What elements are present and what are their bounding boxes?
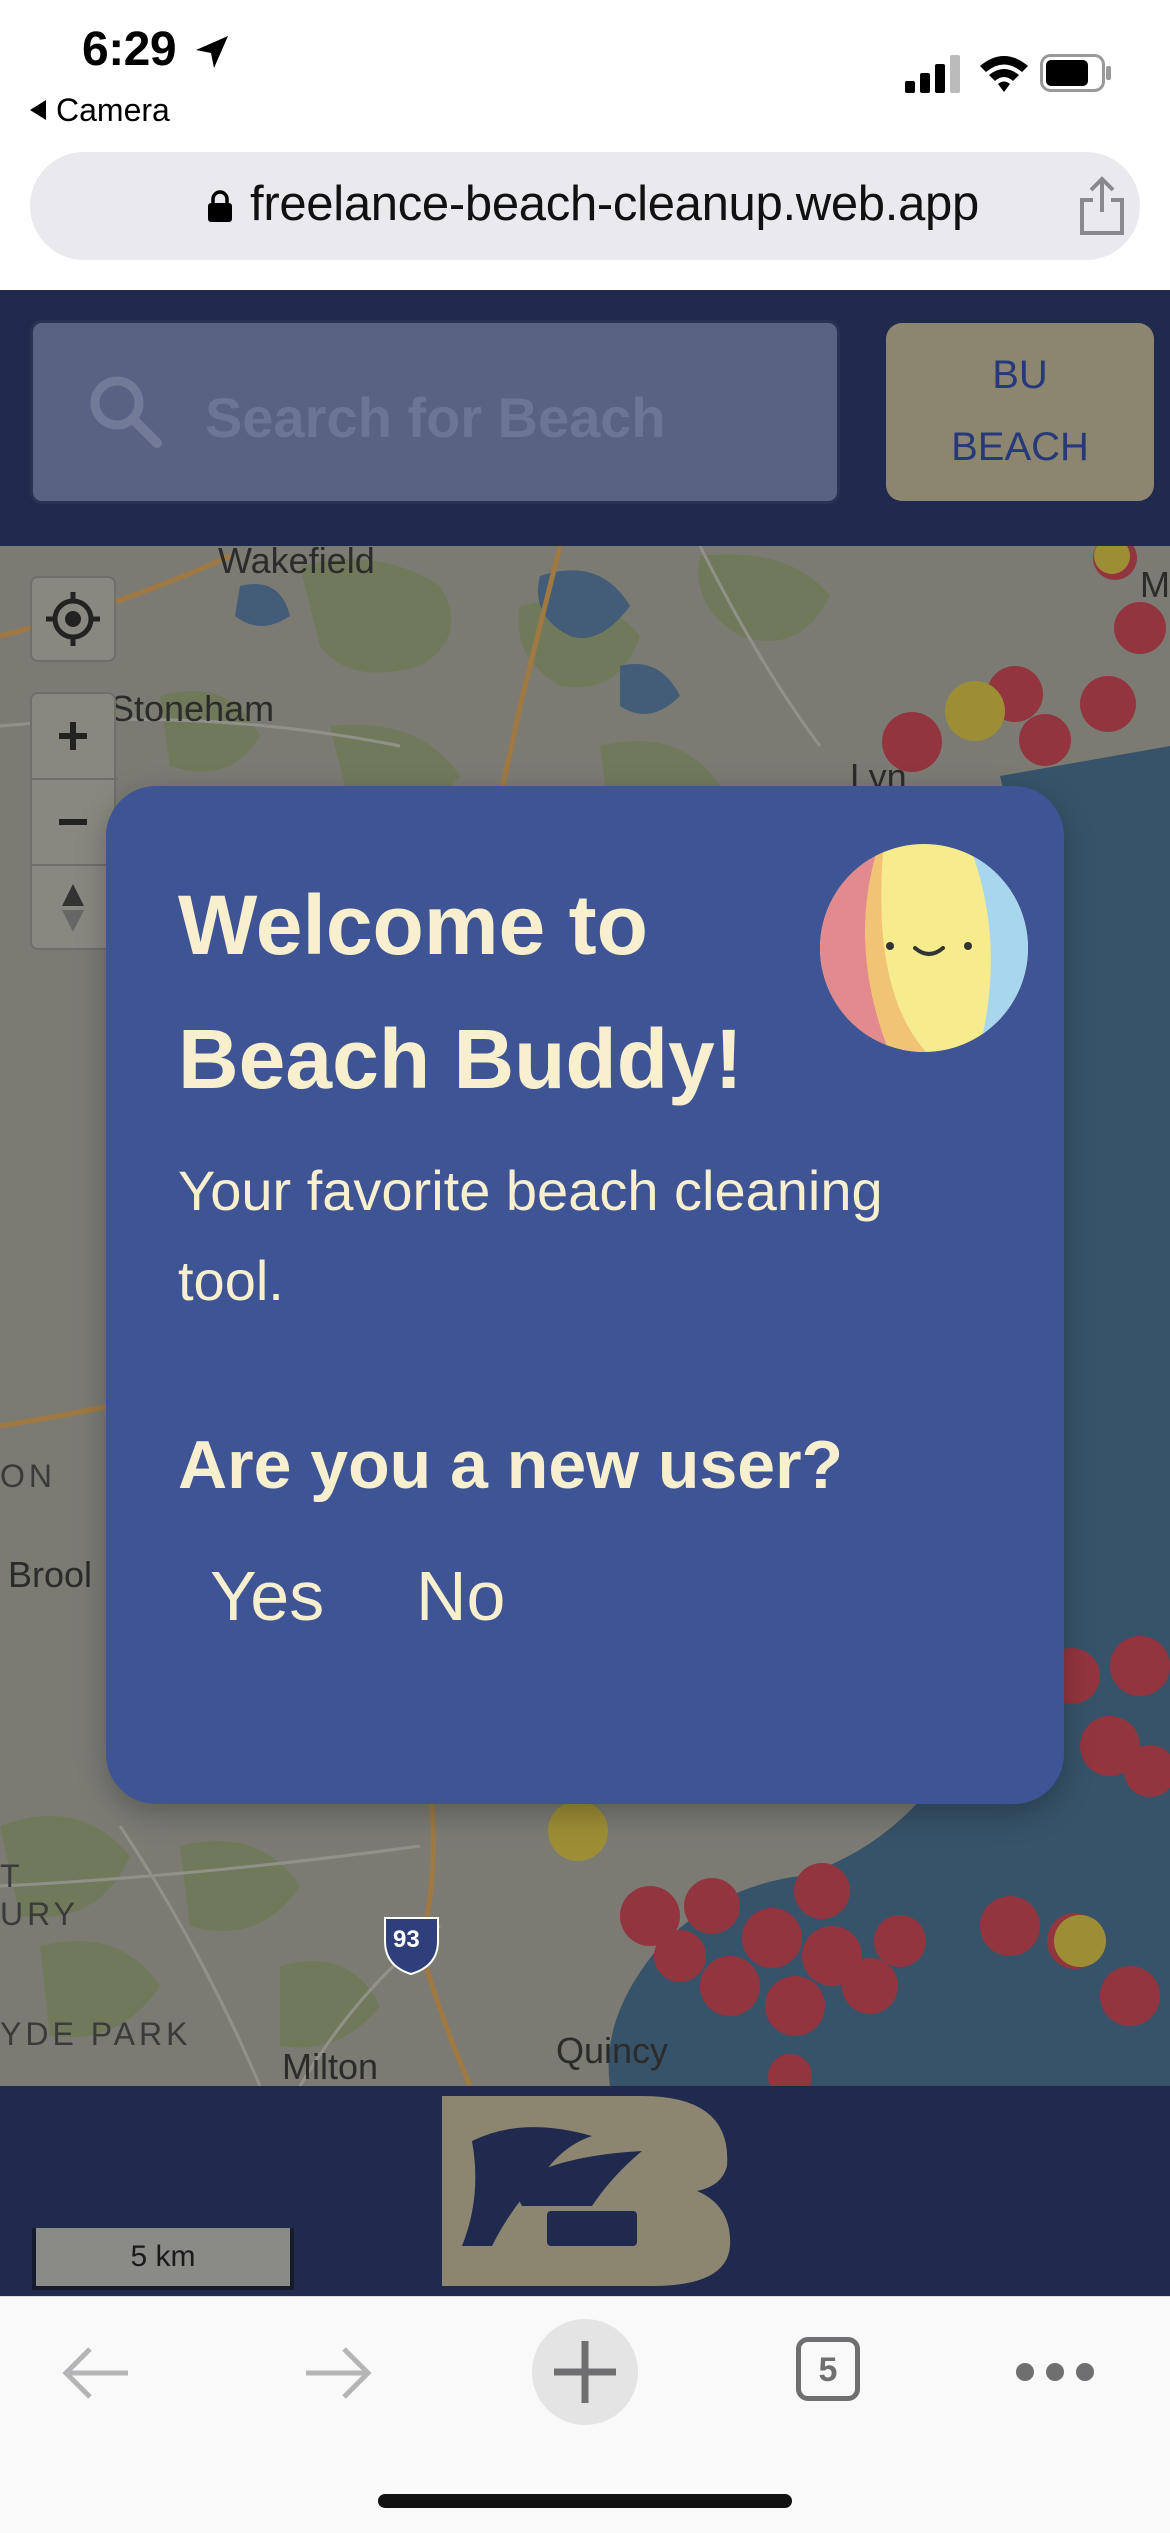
new-tab-button[interactable] xyxy=(532,2319,638,2425)
location-arrow-icon xyxy=(196,36,228,68)
map-label-on: ON xyxy=(0,1458,56,1494)
zoom-control xyxy=(30,692,118,950)
status-bar: 6:29 Camera xyxy=(0,0,1170,145)
no-button[interactable]: No xyxy=(416,1556,505,1636)
search-placeholder: Search for Beach xyxy=(205,386,666,449)
bu-button-line2: BEACH xyxy=(951,425,1089,469)
back-app-label: Camera xyxy=(56,92,170,128)
bu-terriers-logo xyxy=(442,2096,731,2286)
address-bar[interactable]: freelance-beach-cleanup.web.app xyxy=(30,152,1140,260)
battery-icon xyxy=(1040,54,1111,92)
map-label-quincy: Quincy xyxy=(556,2030,669,2071)
search-icon xyxy=(90,376,162,448)
locate-me-button[interactable] xyxy=(30,576,116,662)
crosshair-icon xyxy=(46,592,100,646)
app-header: Search for Beach BU BEACH xyxy=(0,290,1170,546)
share-icon[interactable] xyxy=(1076,176,1128,236)
map-label-m: M xyxy=(1140,564,1170,605)
app-footer: 5 km xyxy=(0,2086,1170,2296)
back-arrow-icon[interactable] xyxy=(56,2333,136,2413)
home-indicator xyxy=(378,2494,792,2508)
map-label-hyde-park: YDE PARK xyxy=(0,2016,192,2052)
yes-button[interactable]: Yes xyxy=(210,1556,324,1636)
forward-arrow-icon[interactable] xyxy=(298,2333,378,2413)
modal-title: Welcome to Beach Buddy! xyxy=(178,878,743,1106)
welcome-modal: Welcome to Beach Buddy! Your favorite be… xyxy=(106,786,1064,1804)
map-label-t: T xyxy=(0,1858,24,1894)
url-text: freelance-beach-cleanup.web.app xyxy=(250,177,979,231)
map-label-wakefield: Wakefield xyxy=(218,546,375,581)
highway-93-label: 93 xyxy=(393,1926,420,1953)
plus-icon xyxy=(554,2341,616,2403)
back-to-app-link[interactable]: Camera xyxy=(30,92,170,129)
beach-ball-icon xyxy=(820,844,1028,1052)
more-menu-icon[interactable] xyxy=(1010,2357,1100,2387)
cellular-signal-icon xyxy=(905,55,960,93)
status-time: 6:29 xyxy=(82,23,177,76)
bu-button-line1: BU xyxy=(992,353,1048,397)
map-label-ury: URY xyxy=(0,1896,79,1932)
tab-switcher-button[interactable]: 5 xyxy=(796,2337,860,2401)
map-scale-bar: 5 km xyxy=(32,2228,294,2290)
map-label-brook: Brool xyxy=(8,1554,93,1595)
zoom-out-icon[interactable] xyxy=(32,780,114,864)
bu-beach-button[interactable]: BU BEACH xyxy=(886,323,1154,501)
compass-icon[interactable] xyxy=(32,866,114,950)
lock-icon xyxy=(208,190,232,222)
wifi-icon xyxy=(980,56,1028,92)
zoom-in-icon[interactable] xyxy=(32,694,114,778)
new-user-question: Are you a new user? xyxy=(178,1427,844,1503)
back-triangle-icon xyxy=(30,100,46,120)
map-label-stoneham: Stoneham xyxy=(110,688,275,729)
map-label-milton: Milton xyxy=(282,2046,379,2086)
modal-subtitle: Your favorite beach cleaning tool. xyxy=(178,1159,883,1312)
beach-search-input[interactable]: Search for Beach xyxy=(30,320,840,504)
